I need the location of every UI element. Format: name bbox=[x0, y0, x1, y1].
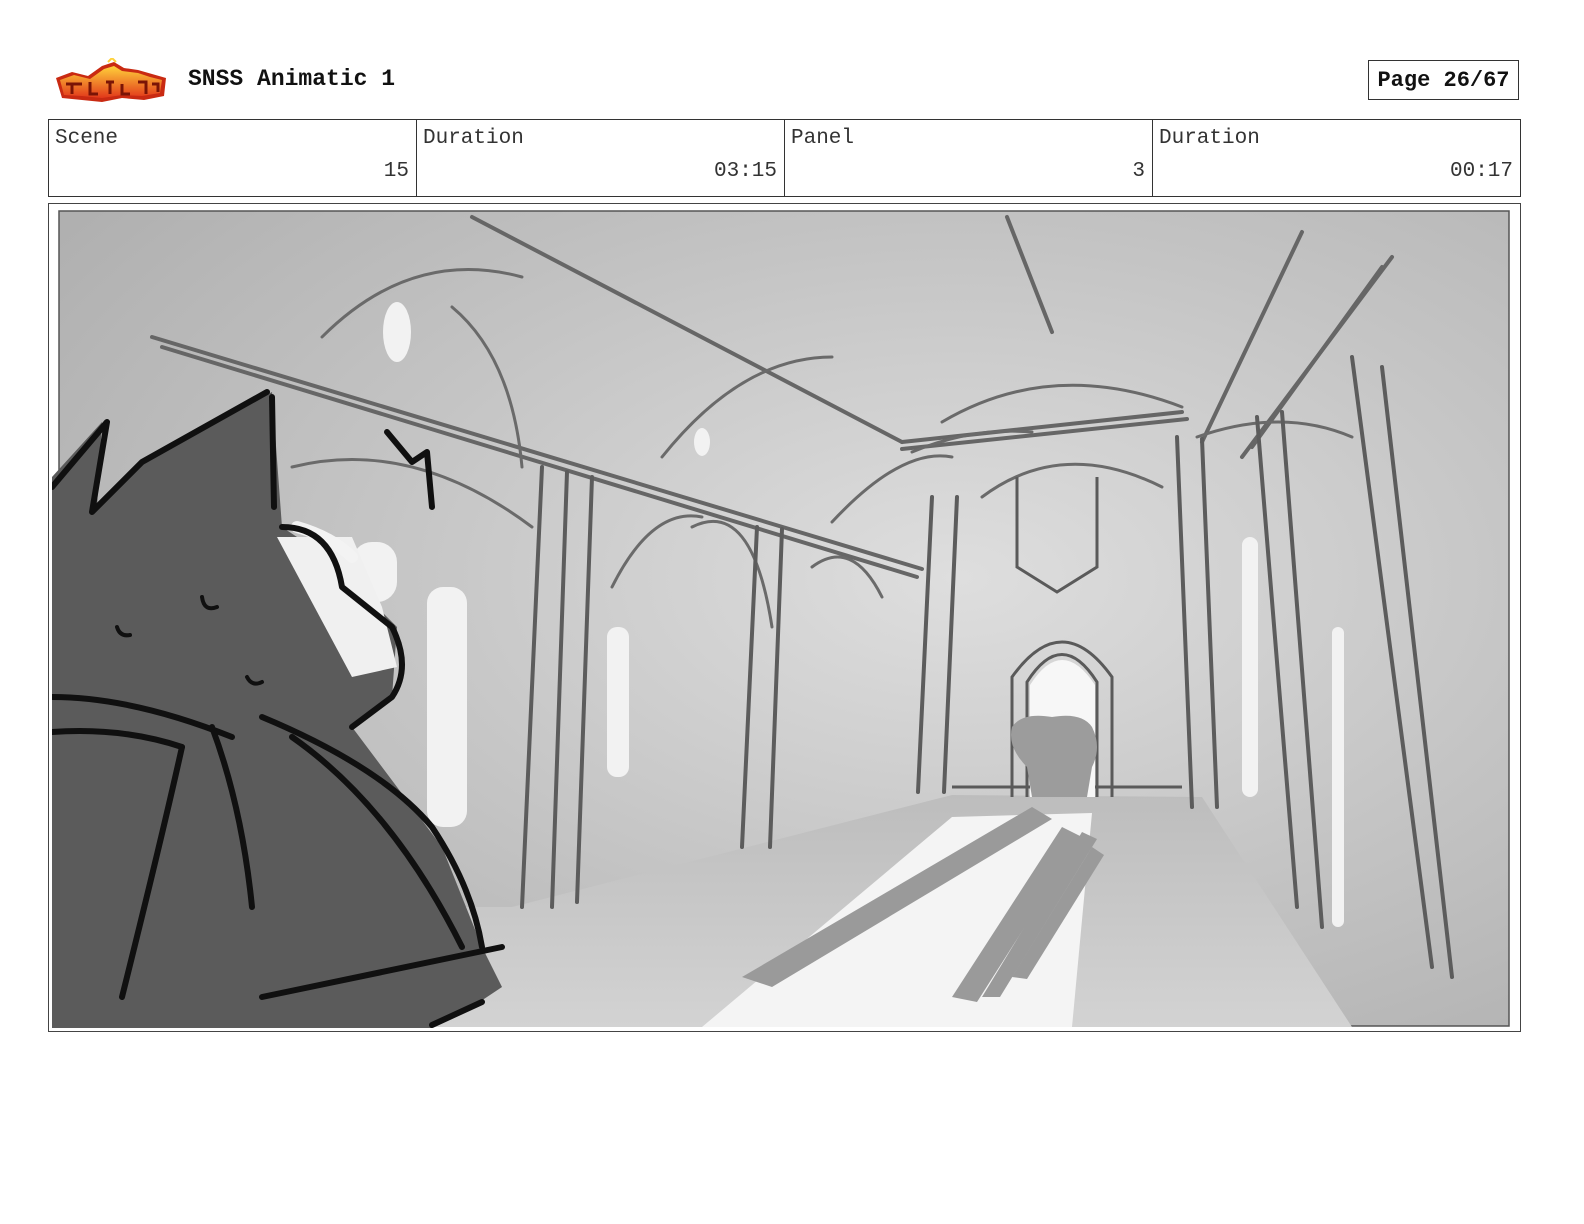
scene-info-table: Scene 15 Duration 03:15 Panel 3 Duration… bbox=[48, 119, 1521, 197]
scene-label: Scene bbox=[55, 127, 119, 150]
scene-duration-label: Duration bbox=[423, 127, 524, 150]
scene-cell: Scene 15 bbox=[49, 120, 417, 196]
panel-label: Panel bbox=[791, 127, 855, 150]
panel-value: 3 bbox=[1132, 160, 1145, 183]
logo-icon bbox=[56, 58, 166, 102]
panel-cell: Panel 3 bbox=[785, 120, 1153, 196]
panel-duration-value: 00:17 bbox=[1449, 160, 1513, 183]
page-number: Page 26/67 bbox=[1368, 60, 1519, 100]
document-title: SNSS Animatic 1 bbox=[188, 66, 396, 92]
storyboard-sketch-icon bbox=[52, 210, 1510, 1028]
storyboard-panel bbox=[48, 203, 1521, 1032]
scene-value: 15 bbox=[383, 160, 409, 183]
panel-duration-label: Duration bbox=[1159, 127, 1260, 150]
scene-duration-cell: Duration 03:15 bbox=[417, 120, 785, 196]
panel-duration-cell: Duration 00:17 bbox=[1153, 120, 1520, 196]
scene-duration-value: 03:15 bbox=[713, 160, 777, 183]
